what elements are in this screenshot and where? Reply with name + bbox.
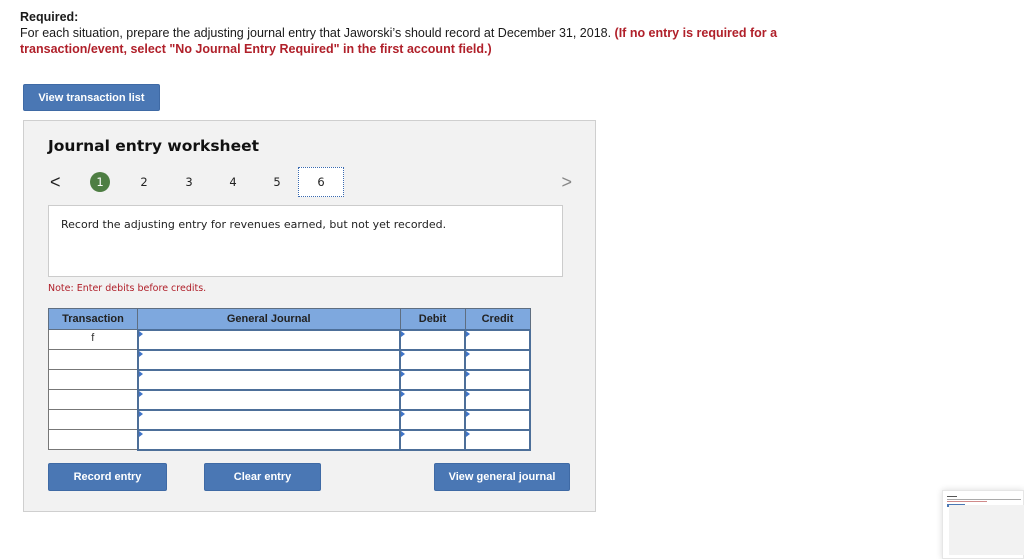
debit-field[interactable] <box>399 408 466 431</box>
account-field[interactable] <box>136 368 401 391</box>
debits-note: Note: Enter debits before credits. <box>48 283 207 294</box>
header-general-journal: General Journal <box>137 308 401 330</box>
table-row <box>48 348 531 371</box>
header-debit: Debit <box>399 308 466 330</box>
chevron-left-icon[interactable]: < <box>50 172 61 193</box>
thumb-text-line <box>947 499 1021 500</box>
page-2-button[interactable]: 2 <box>134 172 154 192</box>
transaction-cell <box>48 369 138 390</box>
instruction-text: For each situation, prepare the adjustin… <box>20 25 840 57</box>
thumb-red-line <box>947 501 987 502</box>
table-row <box>48 388 531 411</box>
entry-prompt: Record the adjusting entry for revenues … <box>48 205 563 277</box>
account-field[interactable] <box>136 388 401 411</box>
debit-field[interactable] <box>399 388 466 411</box>
transaction-cell <box>48 429 138 450</box>
page-6-button[interactable]: 6 <box>298 167 344 197</box>
required-heading: Required: <box>20 10 79 24</box>
debit-field[interactable] <box>399 368 466 391</box>
record-entry-button[interactable]: Record entry <box>48 463 167 491</box>
account-field[interactable] <box>136 348 401 371</box>
page-4-button[interactable]: 4 <box>223 172 243 192</box>
transaction-cell <box>48 349 138 370</box>
required-instructions: Required: For each situation, prepare th… <box>20 9 840 57</box>
journal-header-row: Transaction General Journal Debit Credit <box>48 308 531 330</box>
page-thumbnail-preview[interactable] <box>942 490 1024 559</box>
header-transaction: Transaction <box>48 308 138 330</box>
debit-field[interactable] <box>399 428 466 451</box>
credit-field[interactable] <box>464 408 531 431</box>
instruction-main: For each situation, prepare the adjustin… <box>20 26 615 40</box>
account-field[interactable] <box>136 408 401 431</box>
thumb-heading-line <box>947 496 957 497</box>
debit-field[interactable] <box>399 348 466 371</box>
credit-field[interactable] <box>464 388 531 411</box>
table-row <box>48 428 531 451</box>
view-general-journal-button[interactable]: View general journal <box>434 463 570 491</box>
clear-entry-button[interactable]: Clear entry <box>204 463 321 491</box>
table-row <box>48 408 531 431</box>
transaction-cell <box>48 409 138 430</box>
table-row: f <box>48 328 531 351</box>
transaction-cell: f <box>48 329 138 350</box>
credit-field[interactable] <box>464 368 531 391</box>
entry-pager: < 1 2 3 4 5 6 > <box>48 167 572 197</box>
journal-table: Transaction General Journal Debit Credit… <box>48 308 531 451</box>
page-3-button[interactable]: 3 <box>179 172 199 192</box>
account-field[interactable] <box>136 428 401 451</box>
table-row <box>48 368 531 391</box>
transaction-cell <box>48 389 138 410</box>
account-field[interactable] <box>136 328 401 351</box>
page-1-button[interactable]: 1 <box>90 172 110 192</box>
header-credit: Credit <box>464 308 531 330</box>
credit-field[interactable] <box>464 348 531 371</box>
credit-field[interactable] <box>464 328 531 351</box>
page-5-button[interactable]: 5 <box>267 172 287 192</box>
chevron-right-icon[interactable]: > <box>561 172 572 193</box>
view-transaction-list-button[interactable]: View transaction list <box>23 84 160 111</box>
debit-field[interactable] <box>399 328 466 351</box>
credit-field[interactable] <box>464 428 531 451</box>
worksheet-title: Journal entry worksheet <box>48 137 260 155</box>
journal-entry-worksheet: Journal entry worksheet < 1 2 3 4 5 6 > … <box>23 120 596 512</box>
thumb-worksheet <box>949 505 1024 555</box>
